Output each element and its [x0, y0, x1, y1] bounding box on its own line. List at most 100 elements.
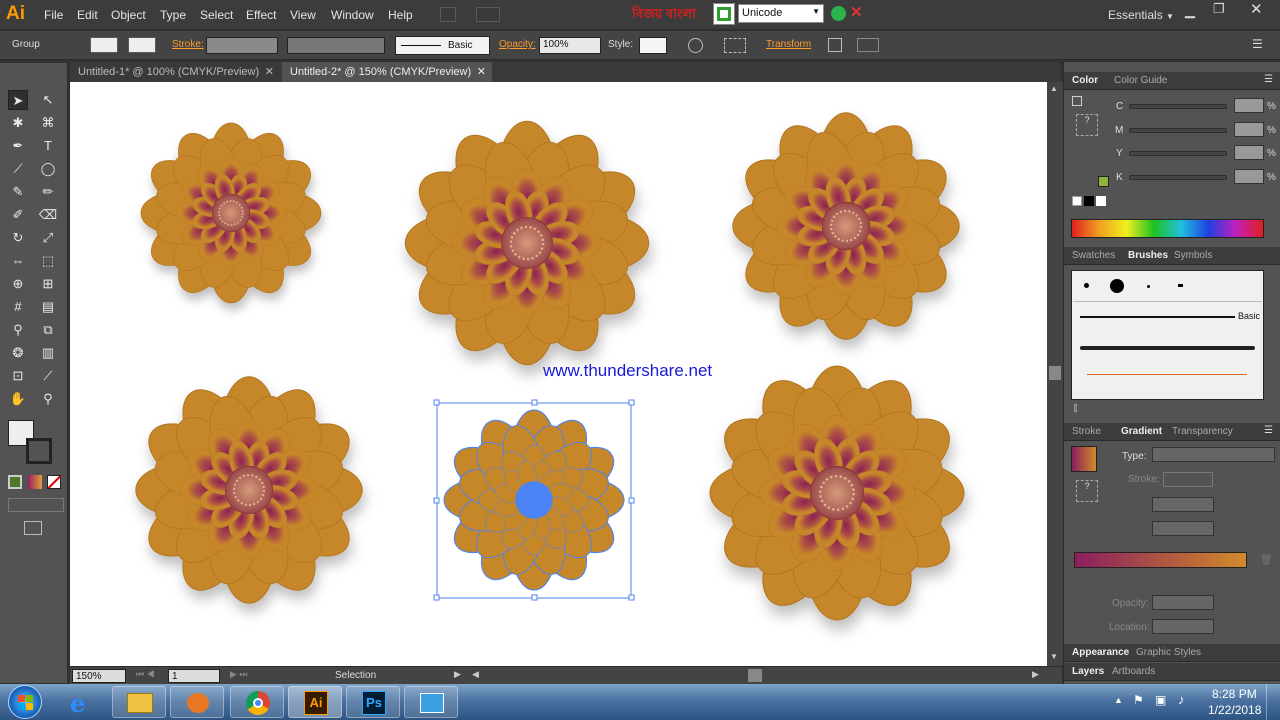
- stroke-swatch[interactable]: [128, 37, 156, 53]
- trash-icon[interactable]: 🗑: [1260, 555, 1273, 566]
- tab-layers[interactable]: Layers: [1072, 666, 1104, 677]
- pen-tool-icon[interactable]: ✒: [8, 136, 28, 156]
- color-spectrum[interactable]: [1071, 219, 1264, 238]
- input-mode-select[interactable]: Unicode ▼: [738, 4, 824, 23]
- brush-dot-tiny[interactable]: [1147, 285, 1150, 288]
- menu-object[interactable]: Object: [111, 8, 146, 22]
- fill-stroke-icon[interactable]: [1072, 96, 1082, 106]
- menu-help[interactable]: Help: [388, 8, 413, 22]
- gradient-location-field[interactable]: [1152, 619, 1214, 634]
- flower-bottom-left[interactable]: [131, 372, 367, 608]
- black-swatch[interactable]: [1084, 196, 1094, 206]
- opacity-field[interactable]: 100%: [539, 37, 601, 54]
- volume-icon[interactable]: ♪: [1178, 692, 1185, 707]
- taskbar-media-player[interactable]: [170, 686, 224, 718]
- close-icon[interactable]: ✕: [265, 62, 274, 82]
- magic-wand-icon[interactable]: ✱: [8, 113, 28, 133]
- charcoal-brush-line[interactable]: [1080, 346, 1255, 350]
- tab-untitled-1[interactable]: Untitled-1* @ 100% (CMYK/Preview) ✕: [70, 62, 280, 82]
- tab-stroke[interactable]: Stroke: [1072, 426, 1101, 437]
- bridge-button[interactable]: [440, 7, 456, 22]
- rotate-tool-icon[interactable]: ↻: [8, 228, 28, 248]
- close-button[interactable]: ✕: [1250, 0, 1263, 18]
- perspective-grid-icon[interactable]: ⊞: [38, 274, 58, 294]
- menu-edit[interactable]: Edit: [77, 8, 98, 22]
- channel-c-value[interactable]: [1234, 98, 1264, 113]
- scale-tool-icon[interactable]: ⤢: [38, 228, 58, 248]
- taskbar-ie[interactable]: e: [56, 686, 110, 718]
- graph-tool-icon[interactable]: ▥: [38, 343, 58, 363]
- gradient-thumbnail[interactable]: [1071, 446, 1097, 472]
- tab-symbols[interactable]: Symbols: [1174, 250, 1212, 261]
- tab-graphic-styles[interactable]: Graphic Styles: [1136, 647, 1201, 658]
- next-artboard-icon[interactable]: ▶ ⏭: [230, 669, 248, 680]
- taskbar-photoshop[interactable]: Ps: [346, 686, 400, 718]
- slice-tool-icon[interactable]: ⟋: [38, 366, 58, 386]
- close-icon[interactable]: ✕: [477, 62, 486, 82]
- isolate-selected-icon[interactable]: [828, 38, 842, 52]
- globe-icon[interactable]: [831, 6, 846, 21]
- channel-k-value[interactable]: [1234, 169, 1264, 184]
- channel-y-value[interactable]: [1234, 145, 1264, 160]
- minimize-button[interactable]: ▁: [1185, 3, 1195, 19]
- channel-m-value[interactable]: [1234, 122, 1264, 137]
- taskbar-explorer[interactable]: [112, 686, 166, 718]
- shape-builder-icon[interactable]: ⊕: [8, 274, 28, 294]
- brush-round-small[interactable]: [1084, 283, 1089, 288]
- tab-appearance[interactable]: Appearance: [1072, 647, 1129, 658]
- basic-brush-line[interactable]: [1080, 316, 1235, 318]
- transform-link[interactable]: Transform: [766, 39, 811, 50]
- blob-brush-icon[interactable]: ✐: [8, 205, 28, 225]
- show-hidden-icons[interactable]: ▲: [1114, 695, 1123, 705]
- ellipse-tool-icon[interactable]: ◯: [38, 159, 58, 179]
- width-tool-icon[interactable]: ⇔: [8, 251, 28, 271]
- vertical-scrollbar[interactable]: ▲ ▼: [1047, 82, 1063, 666]
- selection-tool-icon[interactable]: ➤: [8, 90, 28, 110]
- panel-menu-icon[interactable]: ☰: [1264, 425, 1273, 436]
- scroll-up-icon[interactable]: ▲: [1050, 84, 1058, 93]
- workspace-switcher[interactable]: Essentials ▼: [1108, 8, 1174, 22]
- zoom-select[interactable]: 150%: [72, 669, 126, 683]
- channel-k-slider[interactable]: [1129, 175, 1227, 180]
- gradient-opacity-field[interactable]: [1152, 595, 1214, 610]
- flower-selected[interactable]: [439, 405, 629, 595]
- drawing-mode-icon[interactable]: [8, 498, 64, 512]
- brush-definition-select[interactable]: Basic: [395, 36, 490, 55]
- tab-brushes[interactable]: Brushes: [1128, 250, 1168, 261]
- color-mode-icon[interactable]: [8, 475, 22, 489]
- art-brush-line[interactable]: [1087, 374, 1247, 375]
- taskbar-network-app[interactable]: [404, 686, 458, 718]
- gradient-slider[interactable]: [1074, 552, 1247, 568]
- symbol-sprayer-icon[interactable]: ❂: [8, 343, 28, 363]
- tab-gradient[interactable]: Gradient: [1121, 426, 1162, 437]
- show-desktop-button[interactable]: [1266, 684, 1280, 720]
- start-button[interactable]: [8, 685, 42, 719]
- out-of-gamut-swatch[interactable]: [1098, 176, 1109, 187]
- gradient-mode-icon[interactable]: [28, 475, 42, 489]
- gradient-question-icon[interactable]: ?: [1076, 480, 1098, 502]
- artboard-canvas[interactable]: www.thundershare.net: [70, 82, 1047, 666]
- scroll-thumb[interactable]: [1049, 366, 1061, 380]
- panel-menu-icon[interactable]: ☰: [1252, 37, 1263, 51]
- white-swatch[interactable]: [1096, 196, 1106, 206]
- lasso-tool-icon[interactable]: ⌘: [38, 113, 58, 133]
- flower-top-right[interactable]: [728, 108, 964, 344]
- scroll-left-icon[interactable]: ◀: [472, 669, 479, 680]
- menu-type[interactable]: Type: [160, 8, 186, 22]
- first-artboard-icon[interactable]: ⏮ ◀: [136, 669, 155, 680]
- scroll-down-icon[interactable]: ▼: [1050, 652, 1058, 661]
- tab-transparency[interactable]: Transparency: [1172, 426, 1233, 437]
- bijoy-mode-icon[interactable]: [713, 3, 735, 25]
- graphic-style-picker[interactable]: [639, 37, 667, 54]
- gradient-type-select[interactable]: [1152, 447, 1275, 462]
- artboard-tool-icon[interactable]: ⊡: [8, 366, 28, 386]
- tab-swatches[interactable]: Swatches: [1072, 250, 1115, 261]
- type-tool-icon[interactable]: T: [38, 136, 58, 156]
- flower-top-middle[interactable]: [400, 116, 654, 370]
- clock-time[interactable]: 8:28 PM: [1212, 687, 1257, 701]
- zoom-tool-icon[interactable]: ⚲: [38, 389, 58, 409]
- direct-selection-tool-icon[interactable]: ↖: [38, 90, 58, 110]
- brush-dash[interactable]: [1178, 284, 1183, 287]
- flag-icon[interactable]: ⚑: [1133, 693, 1144, 707]
- eyedropper-icon[interactable]: ⚲: [8, 320, 28, 340]
